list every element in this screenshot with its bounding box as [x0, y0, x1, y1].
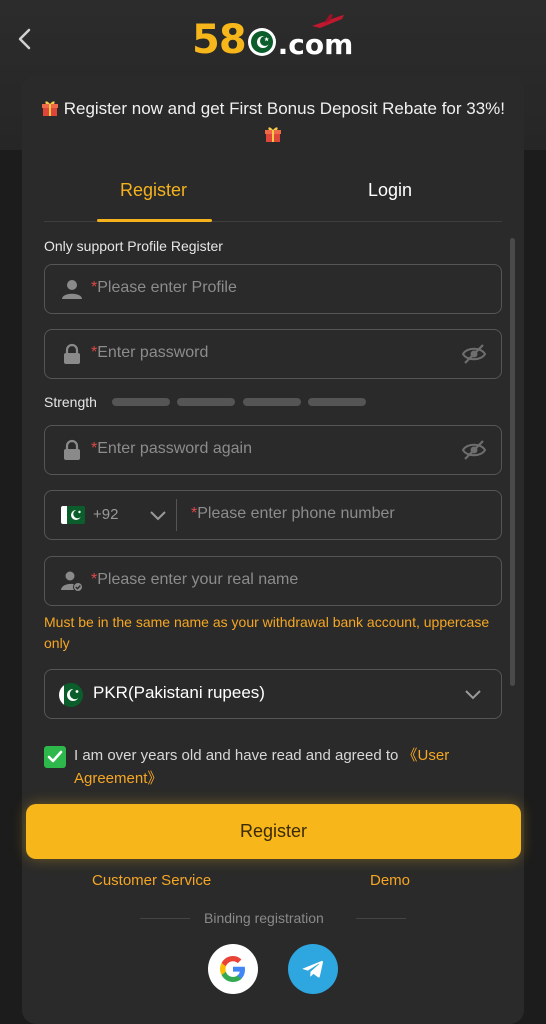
demo-link[interactable]: Demo	[370, 872, 410, 889]
auth-tabs: Register Login	[44, 172, 502, 222]
chevron-down-icon	[465, 690, 481, 700]
back-button[interactable]	[10, 22, 40, 56]
user-verified-icon	[61, 571, 83, 592]
lock-icon	[64, 343, 80, 364]
telegram-login-button[interactable]	[288, 944, 338, 994]
plane-icon	[312, 14, 344, 28]
currency-value: PKR(Pakistani rupees)	[93, 683, 265, 702]
strength-bar	[112, 398, 170, 406]
currency-note	[44, 718, 494, 730]
tab-login[interactable]: Login	[368, 180, 412, 201]
divider	[140, 918, 190, 919]
register-button[interactable]: Register	[26, 804, 521, 859]
user-icon	[62, 280, 82, 299]
profile-field[interactable]: *Please enter Profile	[44, 264, 502, 314]
strength-bar	[243, 398, 301, 406]
strength-label: Strength	[44, 394, 97, 410]
agreement-text: I am over years old and have read and ag…	[74, 747, 450, 787]
active-tab-indicator	[97, 219, 212, 222]
chevron-left-icon	[18, 28, 31, 50]
lock-icon	[64, 439, 80, 460]
google-login-button[interactable]	[208, 944, 258, 994]
currency-select[interactable]: PKR(Pakistani rupees)	[44, 669, 502, 719]
pakistan-flag-icon[interactable]	[61, 506, 85, 524]
binding-label: Binding registration	[204, 910, 324, 926]
divider	[176, 499, 177, 531]
country-code[interactable]: +92	[93, 506, 118, 523]
eye-off-icon[interactable]	[461, 343, 487, 365]
name-warning: Must be in the same name as your withdra…	[44, 614, 490, 651]
agreement-checkbox[interactable]	[44, 746, 66, 768]
password-field[interactable]: *Enter password	[44, 329, 502, 379]
google-icon	[220, 956, 245, 982]
site-logo: 58 .com	[192, 14, 362, 66]
strength-bar	[308, 398, 366, 406]
gift-icon	[265, 127, 281, 142]
real-name-field[interactable]: *Please enter your real name	[44, 556, 502, 606]
pakistan-flag-icon	[59, 683, 83, 707]
pakistan-flag-badge-icon	[247, 28, 276, 56]
support-note: Only support Profile Register	[44, 238, 223, 254]
chevron-down-icon[interactable]	[150, 511, 166, 521]
scrollbar[interactable]	[510, 238, 515, 686]
customer-service-link[interactable]: Customer Service	[92, 872, 211, 889]
divider	[356, 918, 406, 919]
confirm-password-field[interactable]: *Enter password again	[44, 425, 502, 475]
phone-field[interactable]: +92 *Please enter phone number	[44, 490, 502, 540]
tab-register[interactable]: Register	[120, 180, 187, 201]
promo-banner: Register now and get First Bonus Deposit…	[40, 96, 506, 148]
gift-icon	[41, 101, 58, 116]
checkmark-icon	[47, 750, 63, 763]
eye-off-icon[interactable]	[461, 439, 487, 461]
strength-bar	[177, 398, 235, 406]
telegram-icon	[302, 960, 323, 978]
